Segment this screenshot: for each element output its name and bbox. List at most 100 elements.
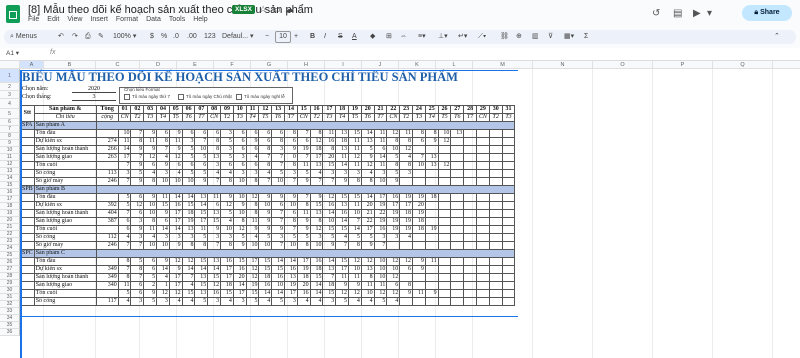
value-cell[interactable]: 10 xyxy=(386,265,401,274)
value-cell[interactable]: 14 xyxy=(194,201,209,210)
value-cell[interactable]: 6 xyxy=(284,209,298,218)
value-cell[interactable]: 7 xyxy=(130,273,145,282)
row-total[interactable] xyxy=(95,289,119,298)
value-cell[interactable]: 9 xyxy=(168,145,183,154)
saturday-option[interactable]: Tô màu ngày thứ 7 xyxy=(124,94,170,100)
row-total[interactable]: 349 xyxy=(95,273,119,282)
value-cell[interactable] xyxy=(450,177,465,186)
value-cell[interactable]: 9 xyxy=(245,225,260,234)
value-cell[interactable]: 18 xyxy=(335,137,350,146)
value-cell[interactable]: 12 xyxy=(309,137,324,146)
value-cell[interactable] xyxy=(463,193,477,202)
day-header[interactable]: 12 xyxy=(258,105,273,114)
value-cell[interactable]: 8 xyxy=(245,177,260,186)
value-cell[interactable] xyxy=(476,233,490,242)
sunday-option[interactable]: Tô màu ngày Chủ nhật xyxy=(178,94,232,100)
value-cell[interactable] xyxy=(476,145,490,154)
value-cell[interactable]: 5 xyxy=(143,273,158,282)
value-cell[interactable] xyxy=(463,209,477,218)
holiday-checkbox[interactable] xyxy=(236,94,242,100)
column-header[interactable]: J xyxy=(362,61,399,69)
column-header[interactable]: K xyxy=(399,61,436,69)
value-cell[interactable]: 8 xyxy=(399,137,414,146)
value-cell[interactable]: 3 xyxy=(220,233,234,242)
value-cell[interactable] xyxy=(437,177,452,186)
value-cell[interactable] xyxy=(488,217,503,226)
value-cell[interactable]: 3 xyxy=(232,153,247,162)
value-cell[interactable]: 12 xyxy=(143,153,158,162)
row-header[interactable]: 24 xyxy=(0,245,20,252)
align-vertical-icon[interactable]: ⊥▾ xyxy=(438,30,448,44)
row-label[interactable]: Dự kiến sx xyxy=(33,265,97,274)
value-cell[interactable]: 6 xyxy=(207,129,222,138)
filter-icon[interactable]: ⊽ xyxy=(548,30,553,44)
value-cell[interactable] xyxy=(501,137,516,146)
value-cell[interactable]: 14 xyxy=(360,193,375,202)
value-cell[interactable] xyxy=(463,145,477,154)
value-cell[interactable] xyxy=(501,177,516,186)
value-cell[interactable]: 13 xyxy=(309,161,324,170)
value-cell[interactable]: 4 xyxy=(168,297,183,306)
column-header[interactable]: F xyxy=(214,61,251,69)
day-header[interactable]: 14 xyxy=(284,105,298,114)
value-cell[interactable]: 10 xyxy=(373,265,388,274)
value-cell[interactable]: 9 xyxy=(322,241,337,250)
row-label[interactable]: Tồn cuối xyxy=(33,225,97,234)
value-cell[interactable]: 9 xyxy=(245,137,260,146)
value-cell[interactable]: 11 xyxy=(296,209,311,218)
row-header[interactable]: 19 xyxy=(0,210,20,217)
value-cell[interactable]: 3 xyxy=(373,233,388,242)
value-cell[interactable]: 13 xyxy=(284,273,298,282)
insert-comment-icon[interactable]: ⊕ xyxy=(516,30,522,44)
value-cell[interactable]: 11 xyxy=(156,193,170,202)
row-header[interactable]: 7 xyxy=(0,126,20,133)
day-header[interactable]: 09 xyxy=(220,105,234,114)
value-cell[interactable]: 12 xyxy=(245,193,260,202)
value-cell[interactable]: 7 xyxy=(117,241,132,250)
value-cell[interactable]: 7 xyxy=(335,241,350,250)
value-cell[interactable]: 3 xyxy=(373,169,388,178)
value-cell[interactable] xyxy=(501,289,516,298)
value-cell[interactable] xyxy=(501,217,516,226)
value-cell[interactable]: 9 xyxy=(386,177,401,186)
zoom-select[interactable]: 100% ▾ xyxy=(113,30,136,44)
value-cell[interactable]: 7 xyxy=(117,209,132,218)
value-cell[interactable]: 6 xyxy=(284,137,298,146)
value-cell[interactable]: 6 xyxy=(194,161,209,170)
value-cell[interactable]: 11 xyxy=(373,137,388,146)
value-cell[interactable]: 10 xyxy=(258,201,273,210)
value-cell[interactable]: 14 xyxy=(309,289,324,298)
value-cell[interactable]: 7 xyxy=(130,241,145,250)
chevron-down-icon[interactable]: ▾ xyxy=(707,8,712,19)
value-cell[interactable]: 15 xyxy=(194,257,209,266)
row-header[interactable]: 6 xyxy=(0,119,20,126)
stt-cell[interactable] xyxy=(20,289,35,298)
group-name[interactable]: Sản phẩm B xyxy=(33,185,97,194)
value-cell[interactable]: 12 xyxy=(437,137,452,146)
value-cell[interactable]: 13 xyxy=(424,153,439,162)
value-cell[interactable] xyxy=(463,169,477,178)
value-cell[interactable]: 14 xyxy=(335,217,350,226)
row-label[interactable]: Số công xyxy=(33,169,97,178)
value-cell[interactable] xyxy=(476,209,490,218)
weekday-cell[interactable]: T5 xyxy=(437,113,452,122)
weekday-cell[interactable]: T7 xyxy=(284,113,298,122)
value-cell[interactable]: 9 xyxy=(258,209,273,218)
value-cell[interactable]: 5 xyxy=(296,233,311,242)
value-cell[interactable]: 6 xyxy=(130,209,145,218)
value-cell[interactable]: 9 xyxy=(232,201,247,210)
row-header[interactable]: 32 xyxy=(0,301,20,308)
value-cell[interactable]: 9 xyxy=(335,177,350,186)
value-cell[interactable] xyxy=(412,145,426,154)
value-cell[interactable]: 12 xyxy=(245,273,260,282)
stt-cell[interactable] xyxy=(20,129,35,138)
value-cell[interactable]: 15 xyxy=(309,201,324,210)
bold-icon[interactable]: B xyxy=(310,30,315,44)
value-cell[interactable] xyxy=(501,297,516,306)
value-cell[interactable]: 12 xyxy=(386,129,401,138)
row-total[interactable]: 274 xyxy=(95,137,119,146)
value-cell[interactable]: 9 xyxy=(399,289,414,298)
menu-help[interactable]: Help xyxy=(193,16,207,23)
value-cell[interactable]: 3 xyxy=(130,233,145,242)
weekday-cell[interactable]: T2 xyxy=(130,113,145,122)
